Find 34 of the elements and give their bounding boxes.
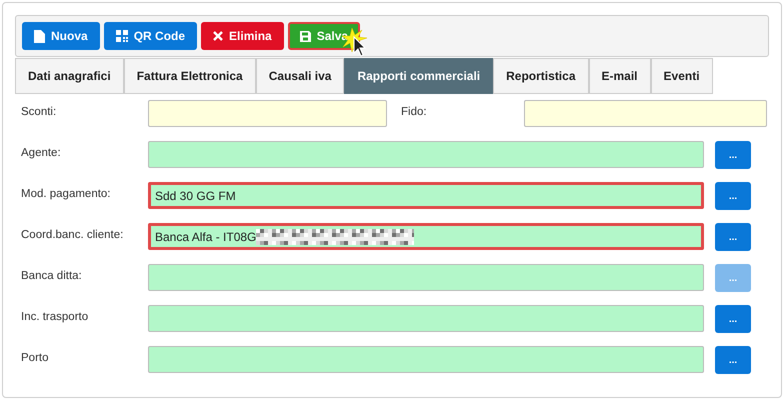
input-field[interactable] [148,264,704,291]
field-label: Inc. trasporto [21,310,90,325]
field-label: Banca ditta: [21,269,83,284]
file-icon [34,30,45,42]
qr-code-button[interactable]: QR Code [104,22,198,50]
input-field[interactable] [148,305,704,332]
input-field[interactable] [148,141,704,168]
field-label: Mod. pagamento: [21,187,112,202]
qr-code-icon [116,30,128,42]
browse-button[interactable]: ... [715,141,751,169]
field-label: Coord.banc. cliente: [21,228,124,243]
new-button[interactable]: Nuova [22,22,100,50]
close-icon [213,31,224,41]
input-field[interactable] [148,100,387,127]
field-label: Agente: [21,146,62,161]
browse-button[interactable]: ... [715,182,751,210]
browse-button[interactable]: ... [715,223,751,251]
tab[interactable]: Rapporti commerciali [344,58,494,94]
tab[interactable]: Eventi [650,58,713,94]
field-label: Porto [21,351,50,366]
tab[interactable]: Fattura Elettronica [124,58,256,94]
tab[interactable]: Reportistica [493,58,588,94]
tab[interactable]: Causali iva [256,58,344,94]
field-label: Fido: [400,105,428,120]
input-field[interactable]: Sdd 30 GG FM [148,182,704,209]
browse-button[interactable]: ... [715,346,751,374]
field-label: Sconti: [21,105,58,120]
input-field[interactable] [148,346,704,373]
input-field[interactable] [524,100,767,127]
tab[interactable]: Dati anagrafici [15,58,124,94]
browse-button[interactable]: ... [715,305,751,333]
tab[interactable]: E-mail [588,58,651,94]
delete-button[interactable]: Elimina [201,22,284,50]
input-field[interactable]: Banca Alfa - IT08G [148,223,704,250]
